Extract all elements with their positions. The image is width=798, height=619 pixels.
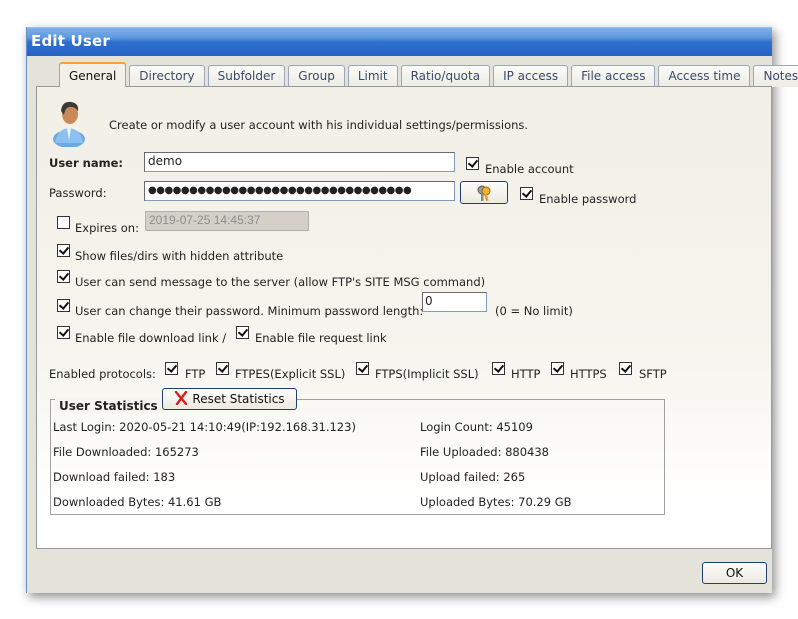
protocol-https-checkbox[interactable] <box>551 362 564 375</box>
protocol-ftp-label: FTP <box>185 367 206 381</box>
protocol-ftp-checkbox[interactable] <box>165 362 178 375</box>
protocol-sftp-checkbox[interactable] <box>619 362 632 375</box>
reset-statistics-button[interactable]: Reset Statistics <box>162 388 297 410</box>
hidden-files-label: Show files/dirs with hidden attribute <box>75 249 284 263</box>
site-msg-checkbox[interactable] <box>57 270 70 283</box>
protocol-ftpes-label: FTPES(Explicit SSL) <box>235 367 346 381</box>
stat-file-downloaded: File Downloaded: 165273 <box>53 445 199 459</box>
tab-group[interactable]: Group <box>288 65 345 87</box>
protocols-label: Enabled protocols: <box>49 367 156 381</box>
tab-ip-access[interactable]: IP access <box>493 65 569 87</box>
intro-text: Create or modify a user account with his… <box>109 118 529 132</box>
expires-date-input[interactable]: 2019-07-25 14:45:37 <box>145 211 309 231</box>
stat-download-failed: Download failed: 183 <box>53 470 176 484</box>
reset-statistics-label: Reset Statistics <box>192 392 285 406</box>
tab-subfolder[interactable]: Subfolder <box>207 65 286 87</box>
expires-label: Expires on: <box>75 221 139 235</box>
stat-last-login: Last Login: 2020-05-21 14:10:49(IP:192.1… <box>53 420 356 434</box>
tab-general[interactable]: General <box>59 62 127 87</box>
password-label: Password: <box>49 186 107 200</box>
tab-bar: General Directory Subfolder Group Limit … <box>59 62 798 87</box>
user-statistics-title: User Statistics <box>55 399 162 413</box>
stat-uploaded-bytes: Uploaded Bytes: 70.29 GB <box>420 495 572 509</box>
site-msg-label: User can send message to the server (all… <box>75 275 486 289</box>
protocol-http-label: HTTP <box>511 367 541 381</box>
protocol-ftpes-checkbox[interactable] <box>216 362 229 375</box>
protocol-ftps-label: FTPS(Implicit SSL) <box>375 367 479 381</box>
ok-button[interactable]: OK <box>702 562 767 584</box>
tab-limit[interactable]: Limit <box>347 65 398 87</box>
tab-file-access[interactable]: File access <box>571 65 656 87</box>
enable-password-checkbox[interactable] <box>520 187 533 200</box>
protocol-sftp-label: SFTP <box>639 367 667 381</box>
tab-directory[interactable]: Directory <box>129 65 205 87</box>
keys-icon <box>477 185 491 202</box>
stat-login-count: Login Count: 45109 <box>420 420 533 434</box>
user-statistics-group: Last Login: 2020-05-21 14:10:49(IP:192.1… <box>50 399 665 515</box>
request-link-checkbox[interactable] <box>236 326 249 339</box>
password-input[interactable]: ●●●●●●●●●●●●●●●●●●●●●●●●●●●●●●●● <box>144 181 455 201</box>
general-panel: Create or modify a user account with his… <box>36 86 772 549</box>
username-label: User name: <box>49 156 123 170</box>
hidden-files-checkbox[interactable] <box>57 244 70 257</box>
stat-file-uploaded: File Uploaded: 880438 <box>420 445 549 459</box>
min-password-hint: (0 = No limit) <box>495 304 573 318</box>
download-link-label: Enable file download link / <box>75 331 227 345</box>
expires-checkbox[interactable] <box>57 216 70 229</box>
user-icon <box>53 101 85 147</box>
red-x-icon <box>175 390 188 406</box>
generate-password-button[interactable] <box>460 181 508 204</box>
protocol-ftps-checkbox[interactable] <box>356 362 369 375</box>
stat-downloaded-bytes: Downloaded Bytes: 41.61 GB <box>53 495 222 509</box>
window-title: Edit User <box>31 32 110 50</box>
request-link-label: Enable file request link <box>255 331 387 345</box>
change-password-label: User can change their password. Minimum … <box>75 304 424 318</box>
min-password-length-input[interactable]: 0 <box>422 292 487 312</box>
tab-ratio-quota[interactable]: Ratio/quota <box>400 65 491 87</box>
edit-user-dialog: Edit User General Directory Subfolder Gr… <box>26 27 798 593</box>
change-password-checkbox[interactable] <box>57 299 70 312</box>
stat-upload-failed: Upload failed: 265 <box>420 470 526 484</box>
protocol-https-label: HTTPS <box>570 367 607 381</box>
protocol-http-checkbox[interactable] <box>492 362 505 375</box>
enable-account-checkbox[interactable] <box>466 157 479 170</box>
enable-password-label: Enable password <box>539 192 637 206</box>
title-bar[interactable]: Edit User <box>27 27 772 56</box>
enable-account-label: Enable account <box>485 162 574 176</box>
tab-access-time[interactable]: Access time <box>658 65 751 87</box>
tab-notes[interactable]: Notes <box>753 65 798 87</box>
download-link-checkbox[interactable] <box>57 326 70 339</box>
username-input[interactable]: demo <box>144 152 455 172</box>
